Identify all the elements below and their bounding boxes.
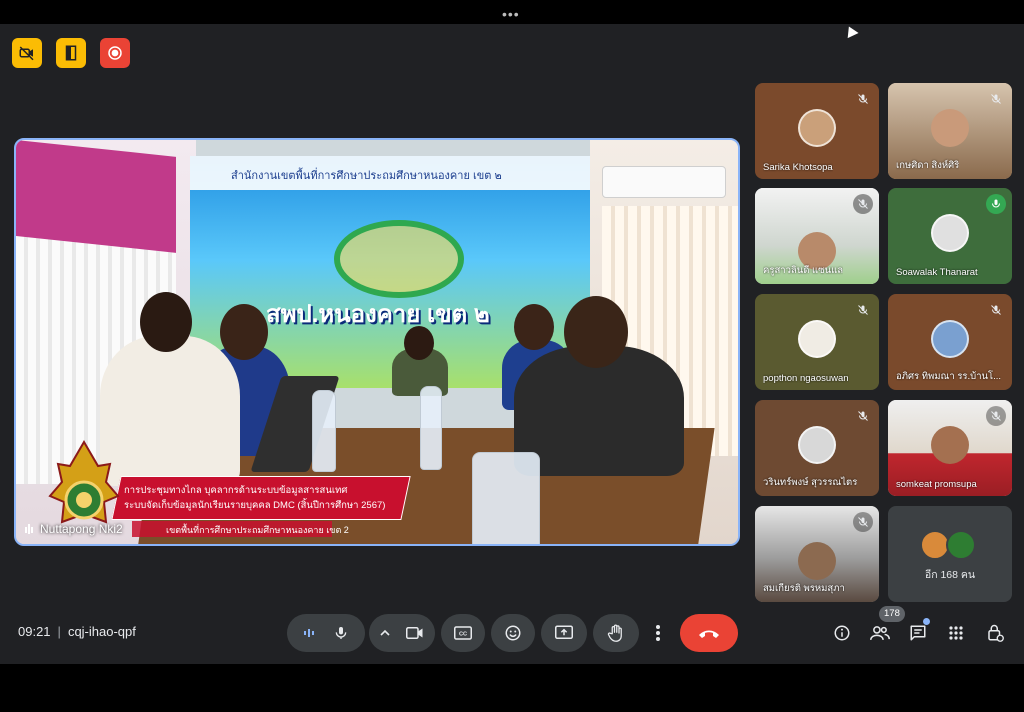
audio-levels-icon[interactable] bbox=[294, 626, 324, 640]
mic-off-icon bbox=[853, 89, 873, 109]
avatar bbox=[931, 109, 969, 147]
camera-group bbox=[369, 614, 435, 652]
door-exit-icon[interactable] bbox=[56, 38, 86, 68]
participant-name: somkeat promsupa bbox=[896, 479, 977, 490]
participant-name: popthon ngaosuwan bbox=[763, 373, 849, 384]
pink-banner bbox=[16, 140, 176, 253]
avatar bbox=[798, 320, 836, 358]
participant-name: อภิศร ทิพมณา รร.บ้านโ... bbox=[896, 371, 1002, 382]
mic-off-icon bbox=[986, 406, 1006, 426]
participant-tile[interactable]: ครูสาวลินดี แซนแล bbox=[755, 188, 879, 284]
meeting-clock: 09:21 bbox=[18, 624, 51, 639]
avatar bbox=[931, 320, 969, 358]
emoji-icon bbox=[505, 625, 521, 641]
end-call-icon bbox=[699, 630, 719, 638]
lower-third-line-2: ระบบจัดเก็บข้อมูลนักเรียนรายบุคคล DMC (ส… bbox=[124, 500, 386, 511]
avatar bbox=[798, 426, 836, 464]
avatar bbox=[946, 530, 976, 560]
participant-tile[interactable]: วรินทร์พงษ์ สุวรรณไตร bbox=[755, 400, 879, 496]
participant-tile[interactable]: somkeat promsupa bbox=[888, 400, 1012, 496]
chat-icon bbox=[910, 625, 926, 641]
camera-icon[interactable] bbox=[398, 626, 432, 640]
participant-tile[interactable]: Soawalak Thanarat bbox=[888, 188, 1012, 284]
more-participants-label: อีก 168 คน bbox=[924, 569, 976, 581]
presenter-name: Nuttapong Nki2 bbox=[40, 522, 123, 536]
microphone-group bbox=[287, 614, 365, 652]
host-controls-button[interactable] bbox=[984, 622, 1006, 644]
top-black-bar: ••• bbox=[0, 0, 1024, 24]
presenter-video-tile[interactable]: สำนักงานเขตพื้นที่การศึกษาประถมศึกษาหนอง… bbox=[14, 138, 740, 546]
participant-tile[interactable]: อภิศร ทิพมณา รร.บ้านโ... bbox=[888, 294, 1012, 390]
air-conditioner bbox=[602, 166, 726, 198]
participant-tile[interactable]: popthon ngaosuwan bbox=[755, 294, 879, 390]
captions-button[interactable]: CC bbox=[441, 614, 485, 652]
presenter-name-tag: Nuttapong Nki2 bbox=[24, 522, 123, 536]
avatar bbox=[798, 109, 836, 147]
mic-off-icon bbox=[853, 406, 873, 426]
raise-hand-button[interactable] bbox=[593, 614, 639, 652]
present-screen-icon bbox=[555, 625, 573, 639]
mic-off-icon bbox=[986, 89, 1006, 109]
attendee-head bbox=[564, 296, 628, 368]
people-icon bbox=[870, 626, 890, 641]
chat-unread-dot bbox=[923, 618, 930, 625]
more-participants-tile[interactable]: อีก 168 คน bbox=[888, 506, 1012, 602]
attendee-head bbox=[220, 304, 268, 360]
participant-tile[interactable]: Sarika Khotsopa bbox=[755, 83, 879, 179]
emoji-reaction-button[interactable] bbox=[491, 614, 535, 652]
meeting-separator: | bbox=[57, 624, 61, 639]
meeting-info-button[interactable] bbox=[831, 622, 853, 644]
avatar bbox=[931, 426, 969, 464]
svg-text:CC: CC bbox=[459, 632, 467, 638]
participant-name: เกษศิดา สิงห์ศิริ bbox=[896, 160, 960, 171]
audio-wave-icon bbox=[25, 524, 33, 534]
mic-on-icon bbox=[986, 194, 1006, 214]
mic-off-icon bbox=[853, 194, 873, 214]
participant-tile[interactable]: เกษศิดา สิงห์ศิริ bbox=[888, 83, 1012, 179]
avatar bbox=[798, 542, 836, 580]
camera-off-icon[interactable] bbox=[12, 38, 42, 68]
participant-name: วรินทร์พงษ์ สุวรรณไตร bbox=[763, 477, 858, 488]
water-bottle bbox=[472, 452, 540, 544]
meeting-details: 09:21 | cqj-ihao-qpf bbox=[18, 624, 136, 639]
mic-off-icon bbox=[853, 300, 873, 320]
chevron-up-icon[interactable] bbox=[372, 628, 398, 638]
chat-button[interactable] bbox=[907, 622, 929, 644]
lower-third-line-1: การประชุมทางไกล บุคลากรด้านระบบข้อมูลสาร… bbox=[124, 485, 348, 496]
backdrop-org-name: สำนักงานเขตพื้นที่การศึกษาประถมศึกษาหนอง… bbox=[231, 170, 502, 182]
attendee-head bbox=[140, 292, 192, 352]
activities-button[interactable] bbox=[945, 622, 967, 644]
more-options-button[interactable] bbox=[645, 614, 671, 652]
leave-call-button[interactable] bbox=[680, 614, 738, 652]
raise-hand-icon bbox=[607, 624, 622, 642]
participant-count-badge: 178 bbox=[879, 606, 905, 622]
lower-third-line-3: เขตพื้นที่การศึกษาประถมศึกษาหนองคาย เขต … bbox=[166, 525, 349, 535]
water-bottle bbox=[420, 386, 442, 470]
mic-off-icon bbox=[853, 512, 873, 532]
backdrop-title: สพป.หนองคาย เขต ๒ bbox=[266, 301, 490, 328]
avatar bbox=[931, 214, 969, 252]
meeting-code: cqj-ihao-qpf bbox=[67, 624, 136, 639]
participant-name: ครูสาวลินดี แซนแล bbox=[763, 265, 844, 276]
mic-off-icon bbox=[986, 300, 1006, 320]
participant-name: สมเกียรติ พรหมสุภา bbox=[763, 583, 845, 594]
bottom-black-bar bbox=[0, 664, 1024, 712]
participant-tile[interactable]: สมเกียรติ พรหมสุภา bbox=[755, 506, 879, 602]
more-dots-icon[interactable]: ••• bbox=[502, 6, 520, 22]
people-button[interactable] bbox=[869, 622, 891, 644]
info-icon bbox=[834, 625, 850, 641]
microphone-icon[interactable] bbox=[324, 624, 358, 642]
more-vert-icon bbox=[656, 625, 660, 641]
attendee-head bbox=[404, 326, 434, 360]
present-screen-button[interactable] bbox=[541, 614, 587, 652]
water-bottle bbox=[312, 390, 336, 472]
participant-name: Sarika Khotsopa bbox=[763, 162, 833, 173]
backdrop-emblem-icon bbox=[334, 220, 464, 298]
host-controls-icon bbox=[988, 624, 1004, 642]
captions-icon: CC bbox=[454, 626, 472, 640]
attendee-head bbox=[514, 304, 554, 350]
activities-icon bbox=[949, 626, 963, 640]
participant-name: Soawalak Thanarat bbox=[896, 267, 978, 278]
record-icon[interactable] bbox=[100, 38, 130, 68]
